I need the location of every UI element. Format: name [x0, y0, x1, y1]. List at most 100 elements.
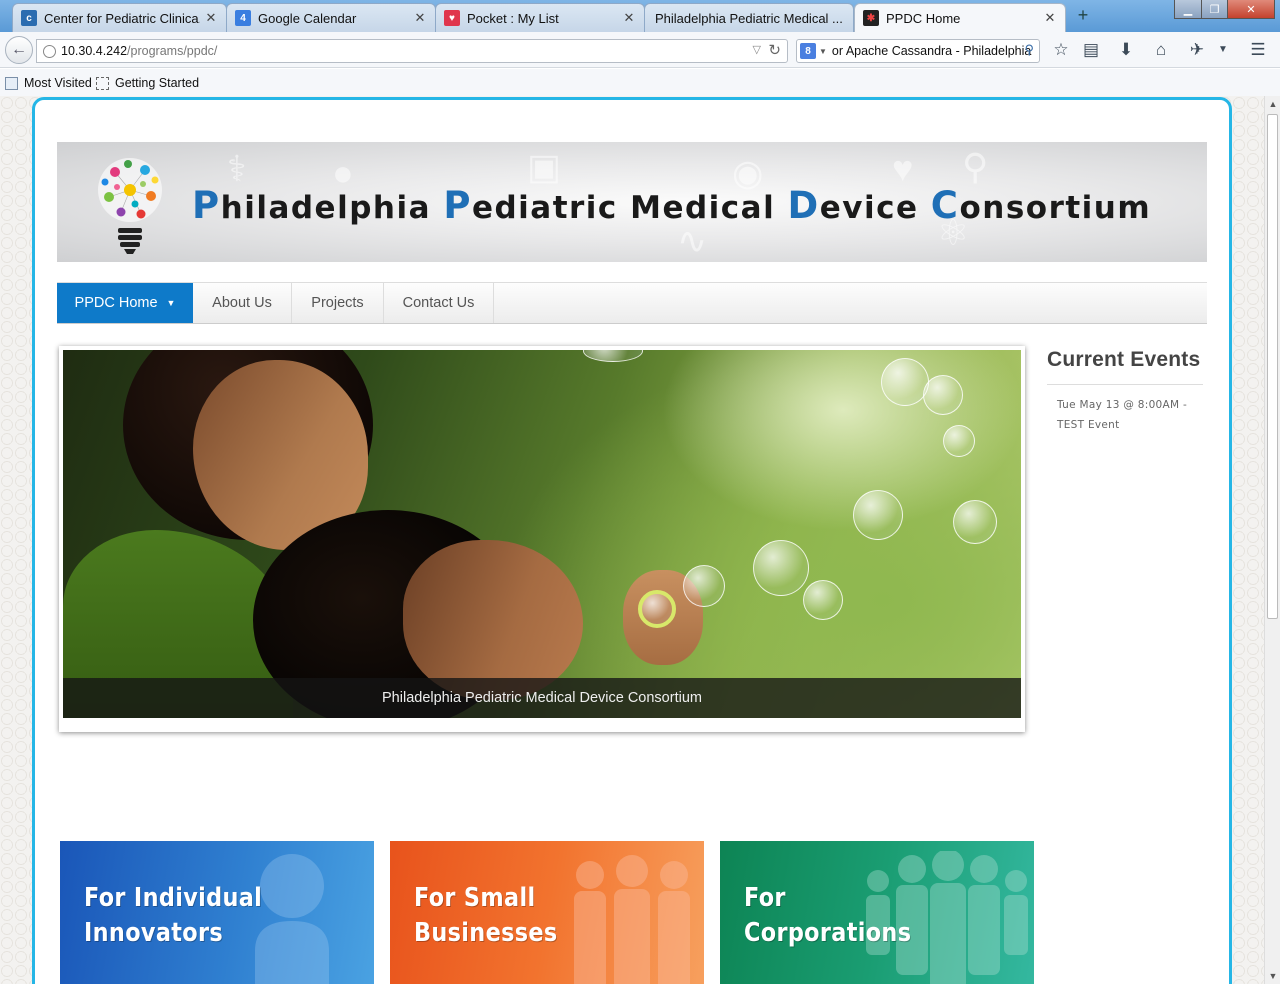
site-title: Philadelphia Pediatric Medical Device Co…: [192, 184, 1151, 227]
tab-label: PPDC Home: [886, 10, 961, 26]
bookmarks-toolbar: Most Visited Getting Started: [0, 69, 1280, 96]
maximize-button[interactable]: ❐: [1201, 0, 1228, 19]
google-icon: 8: [800, 43, 816, 59]
tile-title-line: For: [744, 883, 786, 913]
url-host: 10.30.4.242: [61, 44, 128, 58]
vertical-scrollbar[interactable]: ▲ ▼: [1264, 96, 1280, 984]
tab-philadelphia[interactable]: Philadelphia Pediatric Medical ...: [644, 3, 854, 32]
current-events-module: Current Events Tue May 13 @ 8:00AM - TES…: [1047, 348, 1203, 435]
folder-icon: [5, 76, 18, 90]
bubble-shape: [943, 425, 975, 457]
close-icon[interactable]: ✕: [204, 10, 218, 26]
menu-item-about-us[interactable]: About Us: [193, 283, 292, 323]
title-initial: P: [443, 184, 472, 227]
title-initial: D: [787, 184, 820, 227]
tile-title-line: Businesses: [414, 918, 558, 948]
tab-label: Center for Pediatric Clinica...: [44, 10, 200, 26]
title-initial: C: [930, 184, 960, 227]
menu-item-projects[interactable]: Projects: [292, 283, 384, 323]
back-arrow-icon: ←: [11, 41, 27, 58]
child-face-shape: [403, 540, 583, 700]
tile-small-businesses[interactable]: For Small Businesses: [390, 841, 704, 984]
new-tab-button[interactable]: +: [1072, 6, 1094, 26]
menu-label: Projects: [311, 295, 364, 311]
bubble-shape: [953, 500, 997, 544]
bookmark-label: Getting Started: [115, 76, 200, 90]
bookmark-label: Most Visited: [24, 76, 92, 90]
close-icon[interactable]: ✕: [413, 10, 427, 26]
bookmark-star-icon[interactable]: ☆: [1050, 40, 1072, 60]
tile-title-line: For Individual: [84, 883, 263, 913]
pocket-icon: ♥: [444, 10, 460, 26]
slide-caption: Philadelphia Pediatric Medical Device Co…: [63, 678, 1021, 718]
menu-item-ppdc-home[interactable]: PPDC Home ▼: [57, 283, 193, 323]
joomla-icon: ✱: [863, 10, 879, 26]
chevron-down-icon[interactable]: ▼: [819, 47, 827, 56]
scroll-thumb[interactable]: [1267, 114, 1278, 619]
tab-label: Philadelphia Pediatric Medical ...: [655, 10, 843, 26]
lightbulb-logo-icon: [98, 158, 162, 254]
addon-icon[interactable]: ✈: [1186, 40, 1208, 60]
title-word: hiladelphia: [220, 190, 444, 226]
title-word: ediatric Medical: [471, 190, 788, 226]
bubble-shape: [803, 580, 843, 620]
navigation-toolbar: ← 10.30.4.242/programs/ppdc/ ▽ ↻ 8 ▼ or …: [0, 32, 1280, 68]
reload-icon[interactable]: ↻: [768, 41, 781, 59]
title-word: evice: [819, 190, 931, 226]
clipboard-icon: ▣: [527, 146, 562, 187]
tab-label: Google Calendar: [258, 10, 357, 26]
close-window-button[interactable]: ✕: [1227, 0, 1275, 19]
bubble-shape: [753, 540, 809, 596]
search-icon[interactable]: ⚲: [1024, 42, 1034, 58]
tile-title: For Individual Innovators: [84, 881, 262, 951]
menu-item-contact-us[interactable]: Contact Us: [384, 283, 494, 323]
reading-list-icon[interactable]: ▤: [1080, 40, 1102, 60]
tab-label: Pocket : My List: [467, 10, 559, 26]
tile-title-line: Corporations: [744, 918, 912, 948]
caret-down-icon: ▼: [166, 298, 176, 308]
site-banner: ⚕ ● ▣ ◉ ♥ ⚲ ⚛ ∿ Philadelphia Pediatric M…: [57, 142, 1207, 262]
minimize-button[interactable]: ▁: [1174, 0, 1202, 19]
slideshow[interactable]: Philadelphia Pediatric Medical Device Co…: [59, 346, 1025, 732]
page-icon: [96, 76, 109, 90]
tile-individual-innovators[interactable]: For Individual Innovators: [60, 841, 374, 984]
stethoscope-icon: ⚲: [962, 146, 989, 187]
title-initial: P: [192, 184, 221, 227]
tab-strip: c Center for Pediatric Clinica... ✕ 4 Go…: [0, 0, 1280, 32]
event-item[interactable]: Tue May 13 @ 8:00AM - TEST Event: [1047, 385, 1203, 435]
url-bar[interactable]: 10.30.4.242/programs/ppdc/ ▽ ↻: [36, 39, 788, 63]
search-text: or Apache Cassandra - Philadelphia: [831, 44, 1032, 58]
bubble-shape: [683, 565, 725, 607]
chop-icon: c: [21, 10, 37, 26]
tab-chop[interactable]: c Center for Pediatric Clinica... ✕: [12, 3, 227, 32]
tab-ppdc-home[interactable]: ✱ PPDC Home ✕: [854, 3, 1066, 32]
person-icon: [255, 854, 329, 984]
menu-label: PPDC Home: [74, 295, 158, 311]
main-menu: PPDC Home ▼ About Us Projects Contact Us: [57, 282, 1207, 324]
tab-pocket[interactable]: ♥ Pocket : My List ✕: [435, 3, 645, 32]
bubble-wand-icon: [638, 590, 676, 628]
close-icon[interactable]: ✕: [622, 10, 636, 26]
menu-icon[interactable]: ☰: [1247, 40, 1269, 60]
group-icon: [574, 855, 690, 984]
download-icon[interactable]: ⬇: [1115, 40, 1137, 60]
back-button[interactable]: ←: [5, 36, 33, 64]
slide-photo: Philadelphia Pediatric Medical Device Co…: [63, 350, 1021, 718]
globe-icon: [43, 44, 56, 58]
bookmark-most-visited[interactable]: Most Visited: [5, 76, 92, 90]
search-input[interactable]: 8 ▼ or Apache Cassandra - Philadelphia ⚲: [796, 39, 1040, 63]
tile-corporations[interactable]: For Corporations: [720, 841, 1034, 984]
home-icon[interactable]: ⌂: [1150, 40, 1172, 60]
scroll-down-arrow-icon[interactable]: ▼: [1265, 968, 1280, 984]
url-path: /programs/ppdc/: [127, 44, 218, 58]
close-icon[interactable]: ✕: [1043, 10, 1057, 26]
tab-google-calendar[interactable]: 4 Google Calendar ✕: [226, 3, 436, 32]
bubble-shape: [881, 358, 929, 406]
dropdown-icon[interactable]: ▽: [753, 43, 761, 56]
scroll-up-arrow-icon[interactable]: ▲: [1265, 96, 1280, 112]
tile-title: For Corporations: [744, 881, 911, 951]
title-word: onsortium: [959, 190, 1152, 226]
bookmark-getting-started[interactable]: Getting Started: [96, 76, 199, 90]
chevron-down-icon[interactable]: ▼: [1212, 40, 1234, 60]
bubble-shape: [923, 375, 963, 415]
